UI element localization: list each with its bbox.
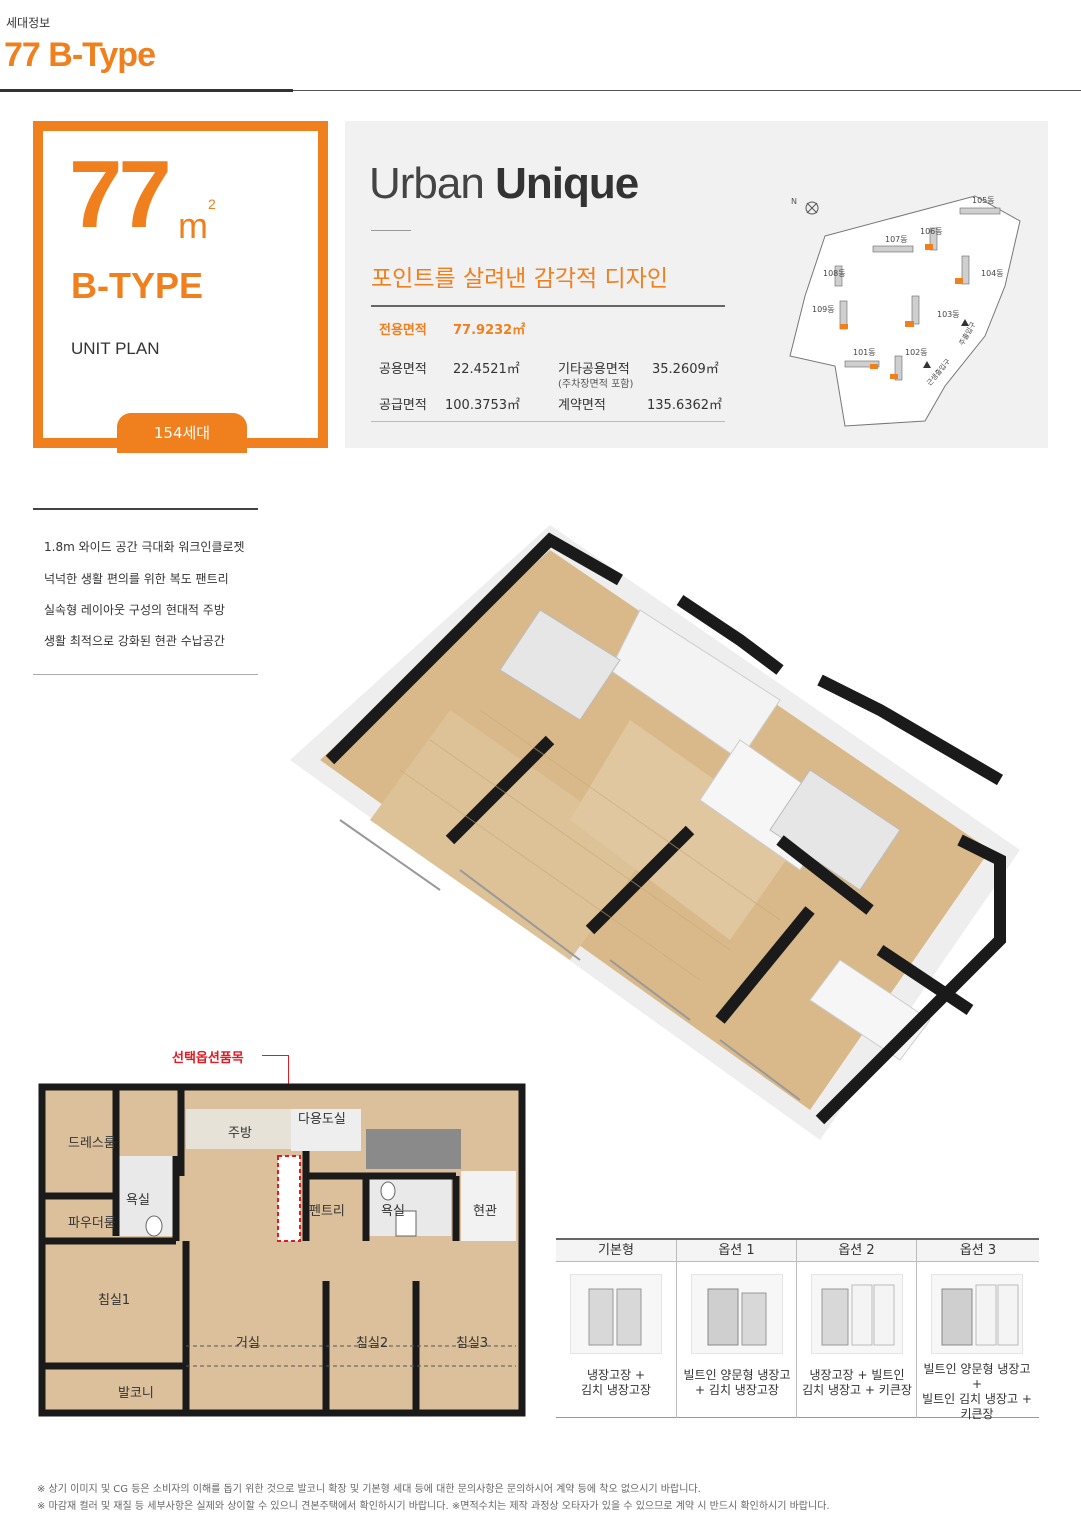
households-badge: 154세대 — [117, 413, 247, 453]
room-label-powder: 파우더룸 — [68, 1216, 116, 1231]
common-area-value: 22.4521㎡ — [453, 362, 520, 377]
brand-title: Urban Unique — [369, 159, 639, 208]
fridge-option2-image — [811, 1274, 903, 1354]
option-column-3: 옵션 3 빌트인 양문형 냉장고 + 빌트인 김치 냉장고 + 키큰장 — [916, 1240, 1039, 1421]
north-label: N — [791, 197, 797, 206]
unit-size-unit: m2 — [178, 196, 216, 246]
fridge-option1-image — [691, 1274, 783, 1354]
option-header: 기본형 — [556, 1240, 676, 1262]
area-table-bottom-rule — [371, 421, 725, 422]
room-label-bath1: 욕실 — [126, 1193, 150, 1208]
room-label-bedroom3: 침실3 — [456, 1336, 488, 1351]
unit-plan-label: UNIT PLAN — [71, 339, 160, 358]
room-label-dressroom: 드레스룸 — [68, 1136, 116, 1151]
building-109: 109동 — [812, 305, 835, 314]
isometric-unit-render — [280, 520, 1040, 1160]
building-105: 105동 — [972, 196, 995, 205]
room-label-utility: 다용도실 — [298, 1112, 346, 1127]
unit-type-name: B-TYPE — [71, 265, 204, 306]
unit-type-box: 77 m2 B-TYPE UNIT PLAN 154세대 — [33, 121, 328, 453]
exclusive-area-label: 전용면적 — [379, 323, 427, 338]
fridge-options-table: 기본형 냉장고장 + 김치 냉장고장 옵션 1 빌트인 양문형 냉장고 + 김치 냉… — [556, 1238, 1039, 1421]
area-table-top-rule — [371, 305, 725, 307]
option-column-1: 옵션 1 빌트인 양문형 냉장고 + 김치 냉장고장 — [676, 1240, 796, 1418]
supply-area-value: 100.3753㎡ — [445, 398, 521, 413]
fridge-option3-image — [931, 1274, 1023, 1354]
room-label-balcony: 발코니 — [118, 1386, 154, 1401]
contract-area-value: 135.6362㎡ — [647, 398, 723, 413]
site-map: N 105동 106동 107동 104동 108동 103동 109동 101… — [789, 195, 1021, 427]
room-label-bath2: 욕실 — [381, 1204, 405, 1219]
slogan: 포인트를 살려낸 감각적 디자인 — [371, 266, 669, 292]
fridge-basic-image — [570, 1274, 662, 1354]
option-callout-label: 선택옵션품목 — [172, 1051, 244, 1066]
option-column-2: 옵션 2 냉장고장 + 빌트인 김치 냉장고 + 키큰장 — [796, 1240, 916, 1418]
feature-item: 생활 최적으로 강화된 현관 수납공간 — [44, 634, 225, 648]
option-callout-line — [262, 1055, 289, 1056]
option-header: 옵션 2 — [797, 1240, 916, 1262]
option-area-marker — [277, 1155, 301, 1242]
option-caption: 냉장고장 + 김치 냉장고장 — [580, 1368, 652, 1397]
building-106: 106동 — [920, 227, 943, 236]
building-108: 108동 — [823, 269, 846, 278]
option-caption: 냉장고장 + 빌트인 김치 냉장고 + 키큰장 — [802, 1368, 912, 1397]
north-compass-icon: N — [791, 197, 819, 215]
disclaimer-note: ※ 상기 이미지 및 CG 등은 소비자의 이해를 돕기 위한 것으로 발코니 … — [37, 1484, 701, 1495]
option-header: 옵션 3 — [917, 1240, 1039, 1262]
option-caption: 빌트인 양문형 냉장고 + 김치 냉장고장 — [683, 1368, 791, 1397]
other-common-area-note: (주차장면적 포함) — [558, 379, 634, 390]
info-panel: Urban Unique 포인트를 살려낸 감각적 디자인 전용면적 77.92… — [345, 121, 1048, 448]
option-header: 옵션 1 — [677, 1240, 796, 1262]
feature-item: 넉넉한 생활 편의를 위한 복도 팬트리 — [44, 572, 229, 586]
brand-divider — [371, 230, 411, 231]
feature-item: 1.8m 와이드 공간 극대화 워크인클로젯 — [44, 540, 245, 554]
room-label-entrance: 현관 — [473, 1204, 497, 1219]
floor-plan: 드레스룸 주방 다용도실 욕실 파우더룸 펜트리 욕실 현관 침실1 거실 침실… — [36, 1081, 526, 1421]
option-caption: 빌트인 양문형 냉장고 + 빌트인 김치 냉장고 + 키큰장 — [922, 1362, 1032, 1421]
option-column-basic: 기본형 냉장고장 + 김치 냉장고장 — [556, 1240, 676, 1418]
room-label-bedroom1: 침실1 — [98, 1293, 130, 1308]
disclaimer-note: ※ 마감재 컬러 및 재질 등 세부사항은 실제와 상이할 수 있으니 견본주택… — [37, 1501, 830, 1512]
header-divider-thick — [0, 89, 293, 92]
header-divider-thin — [293, 90, 1081, 91]
building-104: 104동 — [981, 269, 1004, 278]
unit-size-number: 77 — [69, 141, 172, 248]
common-area-label: 공용면적 — [379, 362, 427, 377]
room-label-kitchen: 주방 — [228, 1126, 252, 1141]
contract-area-label: 계약면적 — [558, 398, 606, 413]
other-common-area-value: 35.2609㎡ — [652, 362, 719, 377]
building-107: 107동 — [885, 235, 908, 244]
room-label-bedroom2: 침실2 — [356, 1336, 388, 1351]
feature-item: 실속형 레이아웃 구성의 현대적 주방 — [44, 603, 225, 617]
feature-list: 1.8m 와이드 공간 극대화 워크인클로젯 넉넉한 생활 편의를 위한 복도 … — [33, 508, 258, 675]
building-101: 101동 — [853, 348, 876, 357]
building-102: 102동 — [905, 348, 928, 357]
supply-area-label: 공급면적 — [379, 398, 427, 413]
building-103: 103동 — [937, 310, 960, 319]
room-label-pantry: 펜트리 — [309, 1204, 345, 1219]
exclusive-area-value: 77.9232㎡ — [453, 323, 526, 338]
page-title: 77 B-Type — [4, 36, 156, 74]
section-label: 세대정보 — [6, 16, 51, 30]
room-label-living: 거실 — [236, 1336, 260, 1351]
